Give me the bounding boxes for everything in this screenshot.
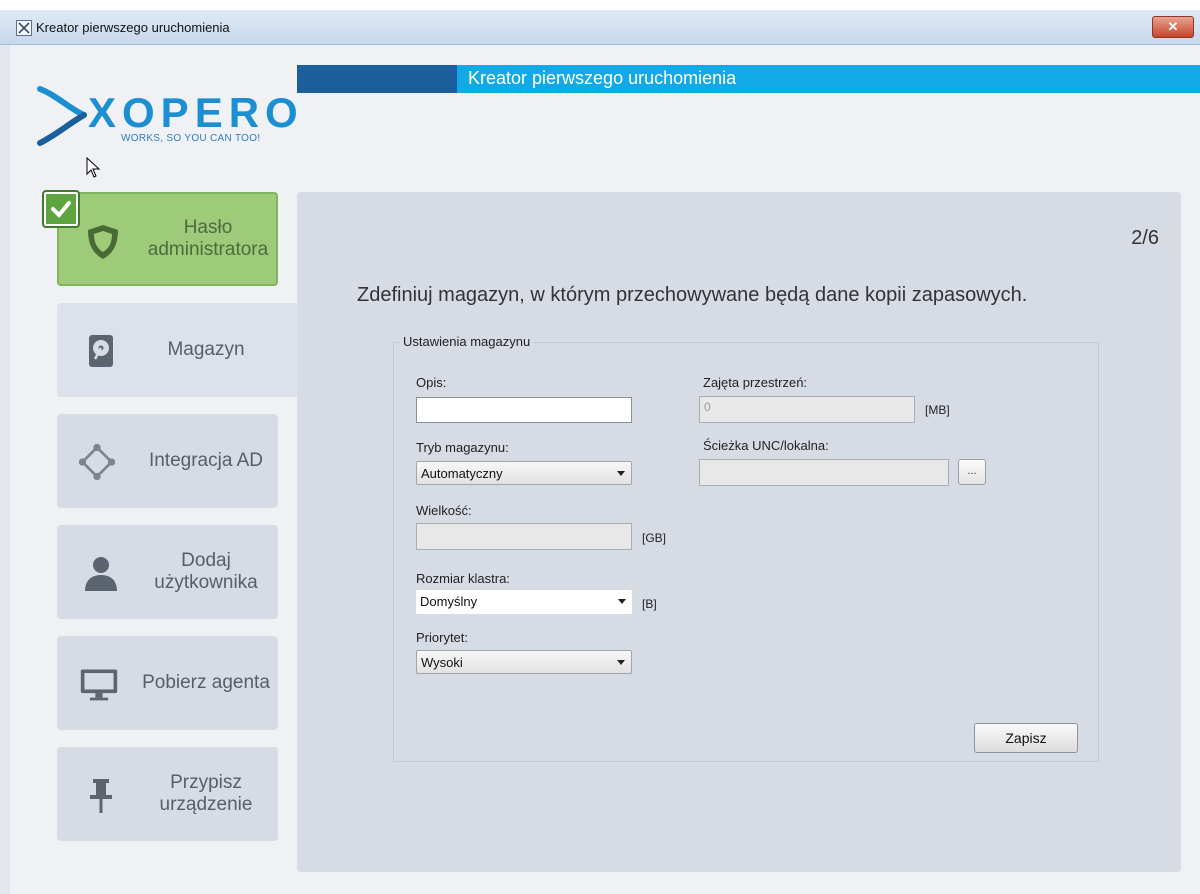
check-icon <box>42 190 80 228</box>
client-area: XOPERO WORKS, SO YOU CAN TOO! Kreator pi… <box>0 45 1200 894</box>
size-label: Wielkość: <box>416 503 472 518</box>
used-space-input[interactable]: 0 <box>699 396 915 423</box>
size-input[interactable] <box>416 523 632 550</box>
description-label: Opis: <box>416 375 447 390</box>
network-icon <box>78 443 116 481</box>
app-icon <box>16 20 32 36</box>
used-space-label: Zajęta przestrzeń: <box>703 375 808 390</box>
mouse-cursor-icon <box>86 157 101 178</box>
save-button[interactable]: Zapisz <box>974 723 1078 753</box>
group-title: Ustawienia magazynu <box>400 334 534 349</box>
pin-icon <box>90 779 112 813</box>
sidebar-item-admin-password[interactable]: Hasło administratora <box>57 192 278 286</box>
browse-button[interactable]: ... <box>958 459 986 485</box>
sidebar-item-assign-device[interactable]: Przypisz urządzenie <box>57 747 278 841</box>
main-panel: 2/6 Zdefiniuj magazyn, w którym przechow… <box>297 192 1181 872</box>
sidebar-item-label: Magazyn <box>167 339 245 360</box>
sidebar-item-download-agent[interactable]: Pobierz agenta <box>57 636 278 730</box>
sidebar-item-label: Dodaj użytkownika <box>154 550 258 593</box>
drive-icon <box>89 335 113 367</box>
chevron-down-icon <box>618 599 626 604</box>
logo-x-icon <box>37 86 87 146</box>
cluster-size-value: Domyślny <box>420 594 478 609</box>
cluster-size-unit: [B] <box>642 597 657 611</box>
cluster-size-select[interactable]: Domyślny <box>416 590 632 614</box>
sidebar-item-ad-integration[interactable]: Integracja AD <box>57 414 278 508</box>
description-input[interactable] <box>416 397 632 423</box>
used-space-unit: [MB] <box>925 403 950 417</box>
shield-icon <box>88 225 118 259</box>
sidebar-item-storage[interactable]: Magazyn <box>57 303 297 397</box>
sidebar-item-label: Hasło administratora <box>147 217 269 260</box>
logo-wordmark: XOPERO <box>88 89 304 136</box>
storage-mode-label: Tryb magazynu: <box>416 440 509 455</box>
step-indicator: 2/6 <box>1131 227 1159 249</box>
chevron-down-icon <box>617 471 625 476</box>
chevron-down-icon <box>617 660 625 665</box>
sidebar-item-label: Przypisz urządzenie <box>159 772 253 815</box>
cluster-size-label: Rozmiar klastra: <box>416 571 510 586</box>
size-unit: [GB] <box>642 531 667 545</box>
user-icon <box>85 557 117 591</box>
window-title: Kreator pierwszego uruchomienia <box>36 20 230 35</box>
sidebar-item-label: Integracja AD <box>148 450 264 471</box>
unc-path-label: Ścieżka UNC/lokalna: <box>703 438 829 453</box>
monitor-icon <box>80 669 118 701</box>
logo-tagline: WORKS, SO YOU CAN TOO! <box>121 133 261 144</box>
priority-select[interactable]: Wysoki <box>416 650 632 674</box>
banner-title: Kreator pierwszego uruchomienia <box>468 68 737 88</box>
storage-mode-select[interactable]: Automatyczny <box>416 461 632 485</box>
sidebar-item-add-user[interactable]: Dodaj użytkownika <box>57 525 278 619</box>
left-edge <box>0 45 10 894</box>
sidebar-item-label: Pobierz agenta <box>142 672 270 693</box>
banner-dark <box>297 65 457 93</box>
unc-path-input[interactable] <box>699 459 949 486</box>
window-titlebar: Kreator pierwszego uruchomienia ✕ <box>0 10 1200 45</box>
priority-value: Wysoki <box>421 655 463 670</box>
priority-label: Priorytet: <box>416 630 469 645</box>
xopero-logo: XOPERO WORKS, SO YOU CAN TOO! <box>36 71 298 151</box>
storage-settings-group: Ustawienia magazynu Opis: Tryb magazynu:… <box>393 334 1099 762</box>
storage-mode-value: Automatyczny <box>421 466 503 481</box>
close-button[interactable]: ✕ <box>1152 16 1194 38</box>
instruction-text: Zdefiniuj magazyn, w którym przechowywan… <box>357 284 1028 306</box>
